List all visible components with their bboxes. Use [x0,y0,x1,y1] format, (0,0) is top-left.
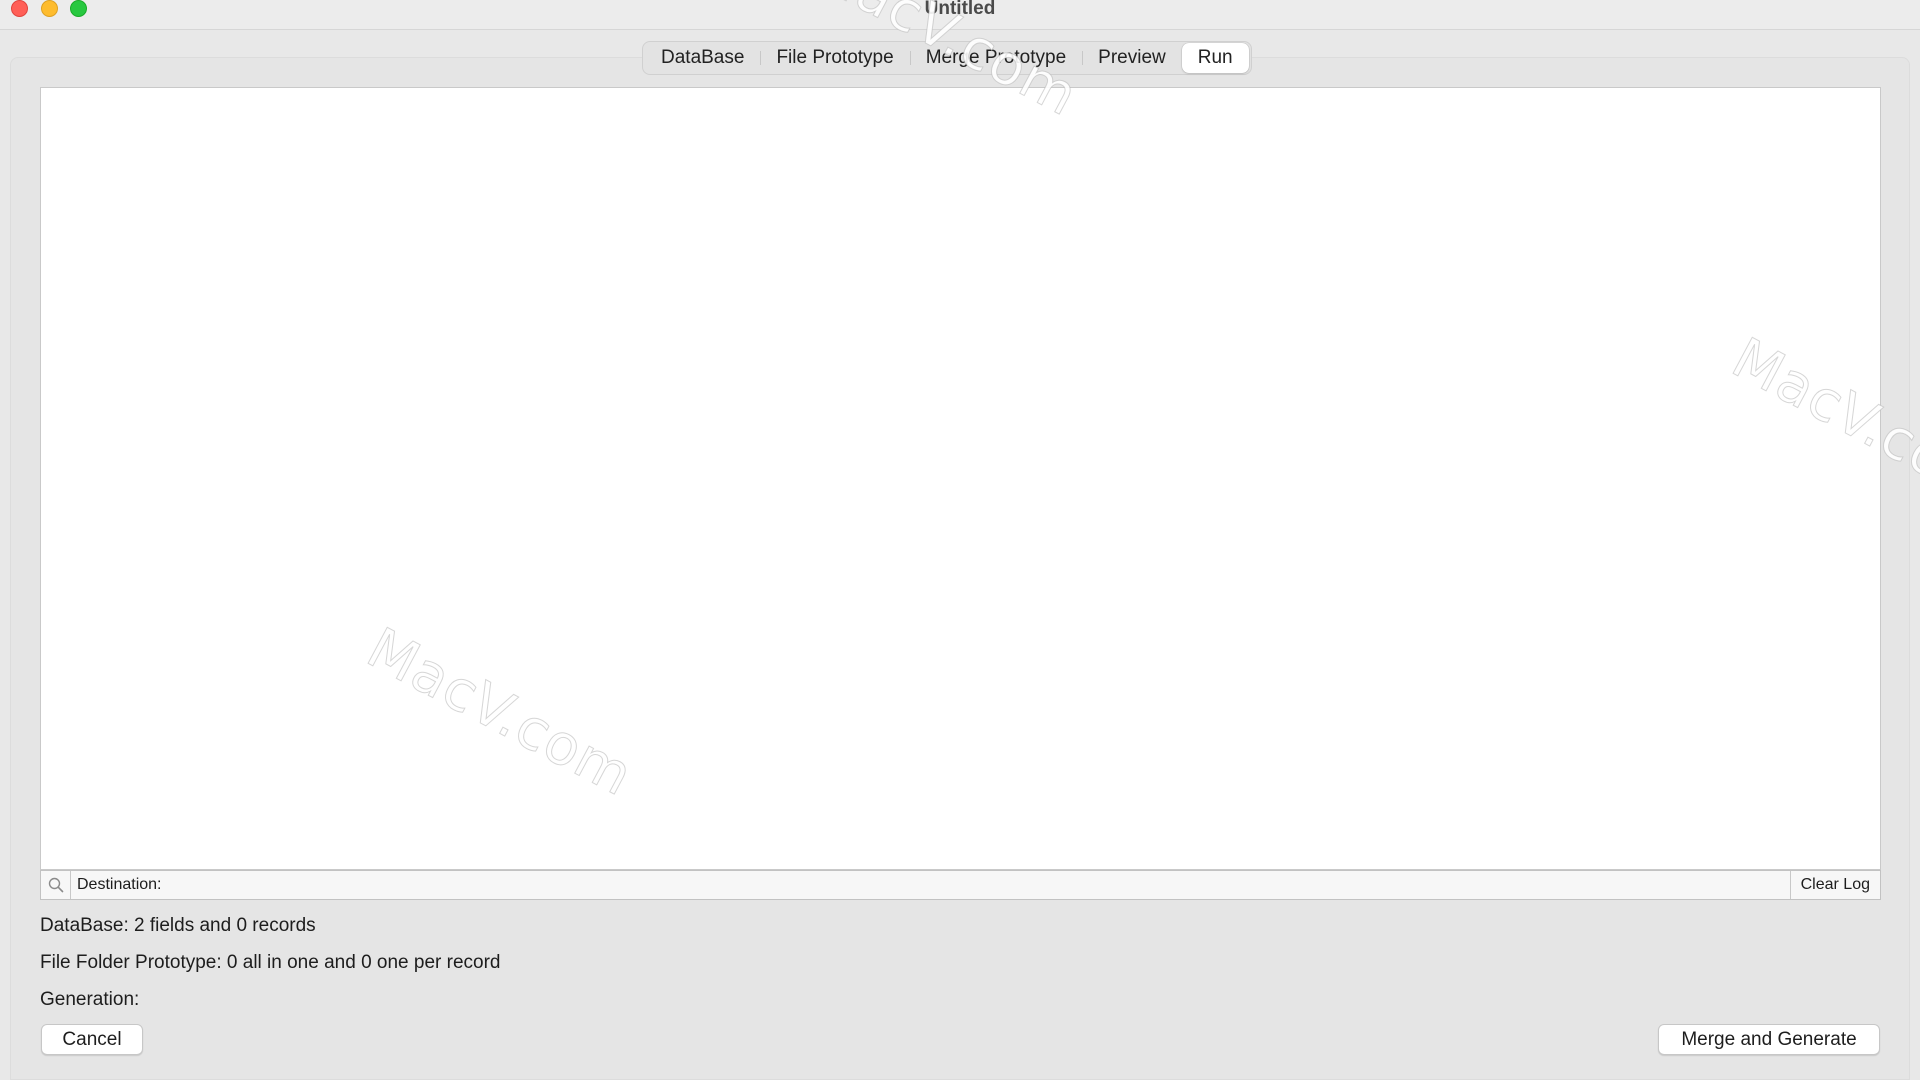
window-title: Untitled [924,0,996,19]
destination-label: Destination: [77,876,162,893]
destination-bar: Destination: Clear Log [40,870,1881,900]
tab-run[interactable]: Run [1181,43,1249,73]
file-folder-status: File Folder Prototype: 0 all in one and … [40,952,501,973]
tab-bar: DataBase File Prototype Merge Prototype … [642,41,1252,75]
database-status: DataBase: 2 fields and 0 records [40,915,316,936]
search-icon[interactable] [41,871,71,899]
tab-merge-prototype[interactable]: Merge Prototype [909,43,1082,73]
tab-preview[interactable]: Preview [1082,43,1182,73]
tab-file-prototype[interactable]: File Prototype [760,43,909,73]
title-bar: Untitled [0,0,1920,30]
generation-status: Generation: [40,989,140,1010]
cancel-button[interactable]: Cancel [41,1024,143,1055]
log-text-area[interactable] [40,87,1881,870]
clear-log-button[interactable]: Clear Log [1789,871,1880,899]
merge-and-generate-button[interactable]: Merge and Generate [1658,1024,1880,1055]
tab-database[interactable]: DataBase [645,43,760,73]
